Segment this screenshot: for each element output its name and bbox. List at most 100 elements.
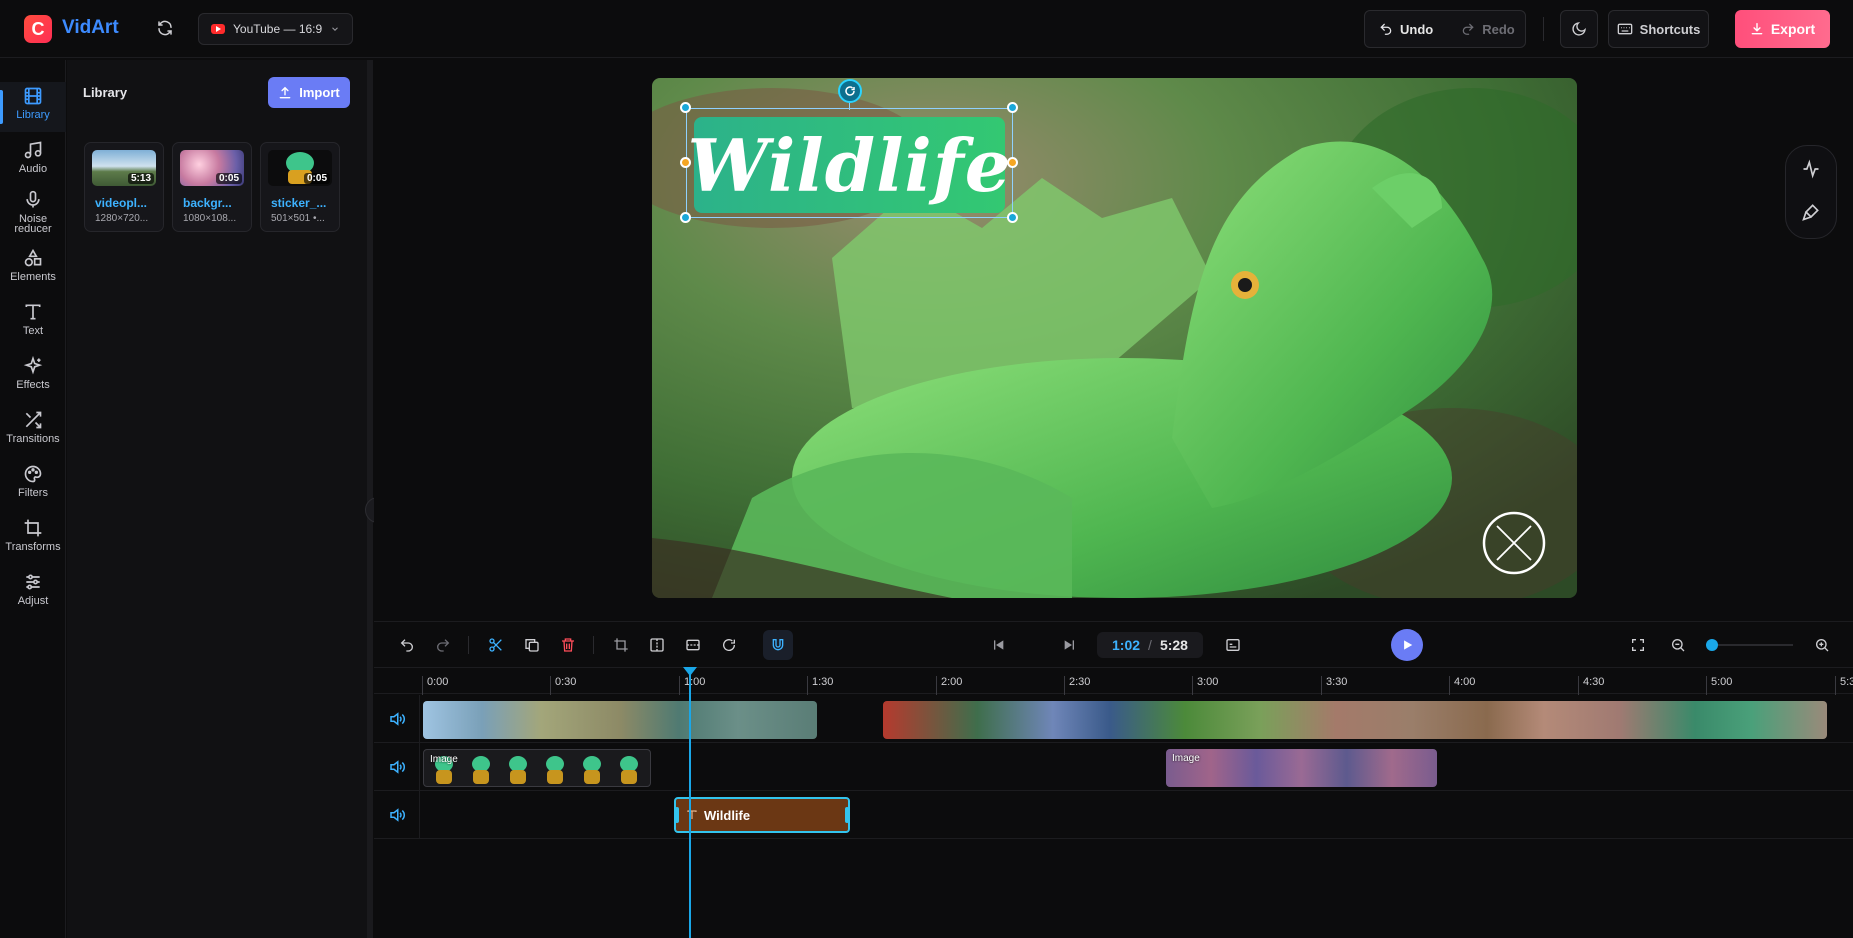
trash-icon[interactable] [557,634,579,656]
rail-label: Filters [18,487,48,499]
resize-handle-right[interactable] [1007,157,1018,168]
track-header [374,791,420,839]
shapes-icon [24,248,42,267]
ruler-tick: 0:00 [422,676,448,695]
moon-icon [1572,22,1586,36]
rail-label: Transitions [6,433,60,445]
media-item[interactable]: 5:13 videopl... 1280×720... [84,142,164,232]
rail-item-noise-reducer[interactable]: Noise reducer [0,186,66,236]
rail-label: Text [22,325,44,337]
export-button[interactable]: Export [1735,10,1830,48]
resize-handle-tl[interactable] [680,102,691,113]
rail-item-library[interactable]: Library [0,82,66,132]
clip-label: Image [1172,753,1200,764]
app-logo: C [24,15,52,43]
ruler-tick: 2:30 [1064,676,1090,695]
trim-icon[interactable] [682,634,704,656]
logo-letter: C [31,18,45,39]
rail-item-adjust[interactable]: Adjust [0,568,66,618]
skip-forward-icon[interactable] [1059,634,1081,656]
sparkles-icon [23,356,43,375]
resize-handle-bl[interactable] [680,212,691,223]
video-clip[interactable] [883,701,1827,739]
redo-button[interactable]: Redo [1447,22,1529,37]
rail-item-filters[interactable]: Filters [0,460,66,510]
image-clip[interactable]: Image [1166,749,1437,787]
resize-handle-br[interactable] [1007,212,1018,223]
undo-redo-group: Undo Redo [1364,10,1526,48]
resize-handle-left[interactable] [680,157,691,168]
caption-icon[interactable] [1222,634,1244,656]
refresh-icon[interactable] [156,19,174,37]
sticker-strip [435,756,638,784]
shortcuts-button[interactable]: Shortcuts [1608,10,1709,48]
play-icon [1404,640,1413,650]
import-button[interactable]: Import [268,77,350,108]
snap-toggle-button[interactable] [763,630,793,660]
toolbar-divider [593,636,594,654]
download-icon [1751,23,1763,35]
toolbar-divider [1543,17,1544,41]
mic-icon [26,190,40,208]
media-item[interactable]: 0:05 backgr... 1080×108... [172,142,252,232]
crop-icon[interactable] [610,634,632,656]
theme-toggle-button[interactable] [1560,10,1598,48]
rail-item-elements[interactable]: Elements [0,244,66,294]
loop-icon[interactable] [718,634,740,656]
export-label: Export [1770,21,1816,37]
rotate-handle[interactable] [838,79,862,103]
speaker-icon[interactable] [388,806,406,824]
aspect-preset-dropdown[interactable]: YouTube — 16:9 [198,13,354,45]
play-button[interactable] [1391,629,1423,661]
current-time: 1:02 [1112,637,1141,653]
rail-item-transitions[interactable]: Transitions [0,406,66,456]
scissors-icon[interactable] [485,634,507,656]
media-item[interactable]: 0:05 sticker_... 501×501 •... [260,142,340,232]
image-clip[interactable]: Image [423,749,651,787]
media-name: videopl... [95,196,148,210]
zoom-slider-track[interactable] [1713,644,1793,646]
zoom-slider-handle[interactable] [1706,639,1718,651]
text-track [374,791,1853,839]
split-icon[interactable] [646,634,668,656]
undo-label: Undo [1400,21,1434,37]
clip-trim-handle-right[interactable] [845,807,849,823]
rail-item-transforms[interactable]: Transforms [0,514,66,564]
clip-trim-handle-left[interactable] [675,807,679,823]
playhead[interactable] [689,667,691,938]
preset-label: YouTube — 16:9 [233,22,323,36]
shuffle-icon [25,411,42,429]
playhead-marker[interactable] [683,667,697,676]
rotate-connector [849,102,850,110]
undo-button[interactable]: Undo [1365,22,1447,37]
redo-icon [1462,23,1474,35]
fullscreen-icon[interactable] [1627,634,1649,656]
activity-icon[interactable] [1801,159,1821,184]
zoom-in-icon[interactable] [1811,634,1833,656]
keyboard-icon [1617,23,1632,35]
side-tool-palette [1785,145,1837,239]
rail-item-text[interactable]: Text [0,298,66,348]
ruler-tick: 2:00 [936,676,962,695]
undo-icon[interactable] [396,634,418,656]
speaker-icon[interactable] [388,758,406,776]
rail-label: Adjust [17,595,49,607]
rail-item-effects[interactable]: Effects [0,352,66,402]
clip-label: Image [430,754,458,765]
app-name: VidArt [62,17,119,38]
duplicate-icon[interactable] [521,634,543,656]
text-clip[interactable]: Wildlife [674,797,850,833]
video-clip[interactable] [423,701,817,739]
redo-label: Redo [1482,21,1515,37]
redo-icon[interactable] [432,634,454,656]
media-duration: 5:13 [127,173,154,184]
timeline-ruler[interactable]: 0:00 0:30 1:00 1:30 2:00 2:30 3:00 3:30 … [374,667,1853,695]
brush-icon[interactable] [1801,202,1821,227]
resize-handle-tr[interactable] [1007,102,1018,113]
rail-item-audio[interactable]: Audio [0,136,66,186]
skip-back-icon[interactable] [987,634,1009,656]
speaker-icon[interactable] [388,710,406,728]
media-size: 1080×108... [183,213,237,224]
youtube-icon [211,24,225,34]
zoom-out-icon[interactable] [1667,634,1689,656]
